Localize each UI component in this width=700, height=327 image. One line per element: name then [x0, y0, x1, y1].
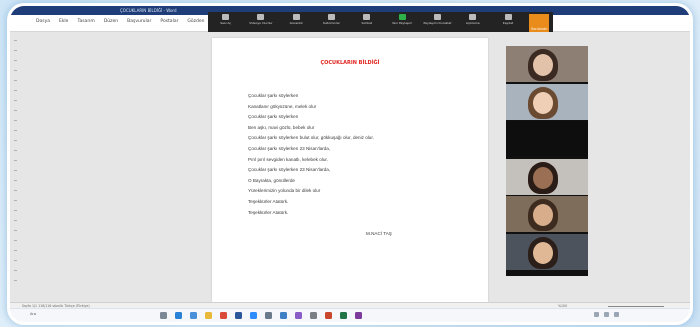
media-icon[interactable] [295, 312, 302, 319]
poem-line: Teşekkürler Atatürk. [248, 198, 289, 204]
ribbon-tab[interactable]: Ekle [59, 19, 68, 24]
zoom-slider[interactable] [608, 305, 664, 307]
participant-face [533, 54, 553, 76]
zoom-toolbar-button[interactable]: Sesi Aç [212, 14, 240, 25]
poem-line: Çocuklar şarkı söylerken [248, 114, 299, 120]
zoom-toolbar-label: Yeni Paylaşım [392, 21, 413, 25]
poem-line: O Bayrakta, gönüllerde [248, 177, 295, 183]
zoom-toolbar-label: Sohbet [361, 21, 373, 25]
ribbon-tab[interactable]: Gözden [187, 19, 204, 24]
annotate-icon [469, 14, 477, 20]
chat-icon [363, 14, 371, 20]
zoom-toolbar-label: Videoyu Durdur [249, 21, 273, 25]
edge-icon[interactable] [175, 312, 182, 319]
share-icon [398, 14, 406, 20]
vertical-ruler [14, 40, 17, 290]
powerpoint-icon[interactable] [325, 312, 332, 319]
mail-icon[interactable] [265, 312, 272, 319]
poem-line: Ben aşkı, mavi gözlü, bebek olur [248, 124, 315, 130]
poem-line: Kanatlanır gökyüzüne, melek olur [248, 103, 317, 109]
record-icon [504, 14, 512, 20]
poem-line: Çocuklar şarkı söylerken 23 Nisan'larda, [248, 167, 331, 173]
participant-video-tile[interactable] [506, 121, 588, 157]
poem-body: Çocuklar şarkı söylerken Kanatlanır gökyü… [248, 91, 374, 218]
poem-line: Teşekkürler Atatürk. [248, 209, 289, 215]
word-icon[interactable] [235, 312, 242, 319]
participant-video-tile[interactable] [506, 233, 588, 270]
taskbar-search[interactable]: Ara [30, 312, 36, 316]
zoom-toolbar-button[interactable]: Videoyu Durdur [247, 14, 275, 25]
zoom-toolbar-button[interactable]: Açıklama [459, 14, 487, 25]
ribbon-tab[interactable]: Dosya [36, 19, 50, 24]
poem-title: ÇOCUKLARIN BİLDİĞİ [320, 60, 380, 66]
ribbon-tabs: Dosya Ekle Tasarım Düzen Başvurular Postalar G… [36, 19, 205, 24]
end-meeting-button[interactable]: Sonlandır [529, 14, 550, 33]
participant-face [533, 241, 553, 264]
window-title: ÇOCUKLARIN BİLDİĞİ - Word [120, 8, 177, 13]
zoom-toolbar-button[interactable]: Güvenlik [282, 14, 310, 25]
poem-line: Yüreklerimizin yolunda bir dilek olur [248, 188, 321, 194]
zoom-toolbar-button[interactable]: Yeni Paylaşım [388, 14, 416, 25]
chrome-icon[interactable] [220, 312, 227, 319]
zoom-toolbar-label: Açıklama [465, 21, 480, 25]
zoom-toolbar-label: Sesi Aç [220, 21, 232, 25]
camera-icon [257, 14, 265, 20]
zoom-toolbar-label: Katılımcılar [323, 21, 340, 25]
task-view-icon[interactable] [160, 312, 167, 319]
explorer-icon[interactable] [205, 312, 212, 319]
participant-video-tile[interactable] [506, 158, 588, 195]
microphone-icon [222, 14, 230, 20]
zoom-toolbar-button[interactable]: Paylaşımı Duraklat [423, 14, 451, 25]
participant-video-tile[interactable] [506, 196, 588, 232]
zoom-toolbar-button[interactable]: Sohbet [353, 14, 381, 25]
volume-icon[interactable] [604, 312, 609, 317]
onenote-icon[interactable] [355, 312, 362, 319]
participant-face [533, 91, 553, 114]
video-gallery [506, 46, 588, 276]
participant-video-tile[interactable] [506, 83, 588, 120]
ribbon-tab[interactable]: Başvurular [127, 19, 151, 24]
store-icon[interactable] [190, 312, 197, 319]
zoom-toolbar-label: Güvenlik [289, 21, 303, 25]
shield-icon [292, 14, 300, 20]
participant-video-tile[interactable] [506, 46, 588, 82]
zoom-toolbar-label: Paylaşımı Duraklat [423, 21, 452, 25]
photos-icon[interactable] [280, 312, 287, 319]
system-tray [594, 312, 619, 317]
windows-taskbar: Ara [10, 308, 690, 322]
zoom-toolbar-button[interactable]: Kaydet [494, 14, 522, 25]
document-page[interactable]: ÇOCUKLARIN BİLDİĞİ Çocuklar şarkı söyler… [212, 38, 488, 302]
participant-face [533, 204, 553, 226]
zoom-toolbar-label: Kaydet [502, 21, 514, 25]
poem-line: Çocuklar şarkı söylerken bulut olur, gök… [248, 135, 374, 141]
zoom-icon[interactable] [250, 312, 257, 319]
ribbon-tab[interactable]: Postalar [160, 19, 178, 24]
poem-line: Çocuklar şarkı söylerken 23 Nisan'larda, [248, 145, 331, 151]
ribbon-tab[interactable]: Tasarım [77, 19, 94, 24]
document-workspace: ÇOCUKLARIN BİLDİĞİ Çocuklar şarkı söyler… [10, 32, 690, 302]
screen-frame: ÇOCUKLARIN BİLDİĞİ - Word Dosya Ekle Tasar… [10, 6, 690, 322]
pause-icon [433, 14, 441, 20]
poem-line: Pırıl pırıl sevgiden kanatlı, kelebek ol… [248, 156, 328, 162]
poem-author: M.NACİ TAŞ [366, 231, 392, 236]
notification-icon[interactable] [614, 312, 619, 317]
participants-icon [328, 14, 336, 20]
ribbon-tab[interactable]: Düzen [104, 19, 118, 24]
network-icon[interactable] [594, 312, 599, 317]
taskbar-apps [160, 312, 362, 319]
excel-icon[interactable] [340, 312, 347, 319]
participant-face [533, 166, 553, 189]
zoom-toolbar-button[interactable]: Katılımcılar [318, 14, 346, 25]
settings-icon[interactable] [310, 312, 317, 319]
poem-line: Çocuklar şarkı söylerken [248, 93, 299, 98]
